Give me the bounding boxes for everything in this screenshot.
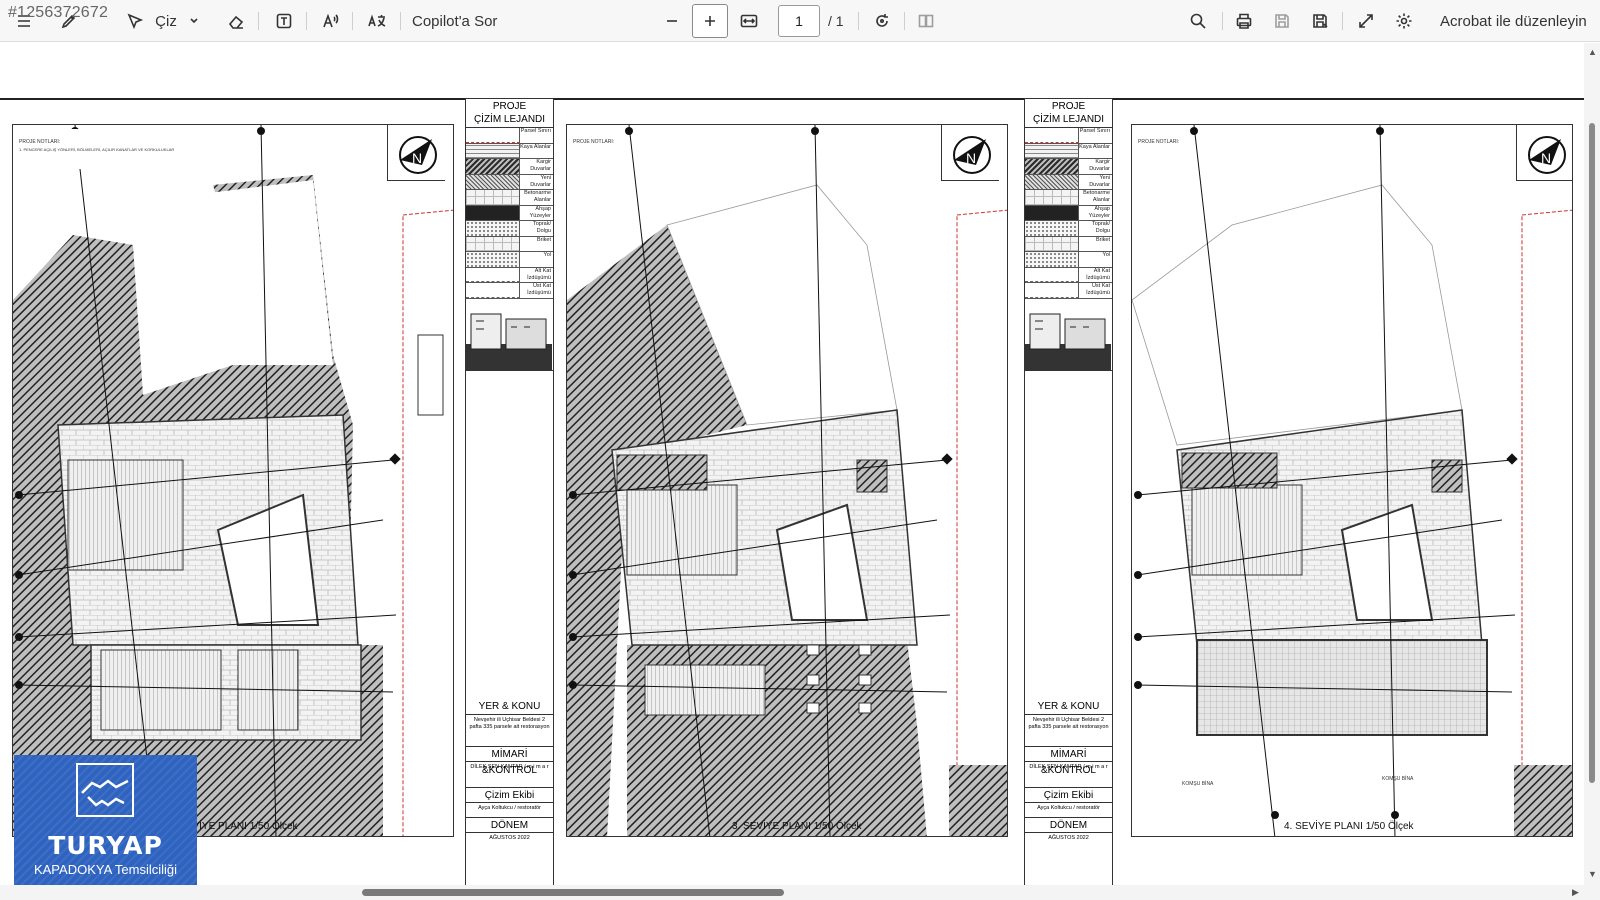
scroll-up-icon[interactable]: ▲ (1588, 47, 1597, 57)
listing-id-watermark: #1256372672 (8, 4, 109, 21)
svg-text:N: N (412, 150, 422, 166)
floor-plan-drawing: PROJE NOTLARI: 1. PENCERE AÇILIŞ YÖNLERİ… (13, 125, 453, 836)
toolbar-divider (400, 12, 401, 30)
edit-in-acrobat-button[interactable]: Acrobat ile düzenleyin (1440, 0, 1596, 42)
print-icon[interactable] (1230, 0, 1258, 42)
page-number-input[interactable]: 1 (778, 5, 820, 37)
page-count: / 1 (828, 13, 844, 29)
toolbar-divider (352, 12, 353, 30)
svg-text:KOMŞU BİNA: KOMŞU BİNA (1182, 780, 1214, 787)
vertical-scrollbar[interactable]: ▲ ▼ (1584, 43, 1600, 885)
plan-caption: 4. SEVİYE PLANI 1/50 Ölçek (1284, 821, 1414, 832)
legend-project-info: YER & KONU Nevşehir ili Uçhisar Beldesi … (466, 699, 553, 733)
drawing-legend: PROJE ÇİZİM LEJANDI Parsel Sınırı Kaya A… (465, 98, 554, 885)
text-box-icon[interactable] (270, 0, 298, 42)
pdf-viewer-window: #1256372672 Çiz Copilot'a Sor 1 / 1 Acro… (0, 0, 1600, 900)
toolbar-divider (306, 12, 307, 30)
toolbar-divider (858, 12, 859, 30)
svg-text:N: N (1541, 150, 1551, 166)
svg-text:PROJE NOTLARI:: PROJE NOTLARI: (573, 139, 614, 145)
plan-caption: 3. SEVİYE PLANI 1/50 Ölçek (732, 821, 862, 832)
scroll-right-icon[interactable]: ▶ (1572, 887, 1579, 898)
floor-plan-drawing: PROJE NOTLARI: KOMŞU BİNA KOMŞU BİNA (1132, 125, 1572, 836)
zoom-out-icon[interactable] (660, 0, 684, 42)
drawing-legend: PROJE ÇİZİM LEJANDI Parsel Sınırı Kaya A… (1024, 98, 1113, 885)
translate-icon[interactable] (362, 0, 392, 42)
page-view-icon[interactable] (912, 0, 940, 42)
copilot-button[interactable]: Copilot'a Sor (412, 0, 508, 42)
svg-text:PROJE NOTLARI:: PROJE NOTLARI: (19, 139, 60, 145)
pdf-page: PROJE NOTLARI: 1. PENCERE AÇILIŞ YÖNLERİ… (0, 43, 1584, 885)
svg-text:KOMŞU BİNA: KOMŞU BİNA (1382, 775, 1414, 782)
rotate-icon[interactable] (868, 0, 896, 42)
building-elevation-thumbnail (466, 298, 553, 371)
floor-plan-drawing: PROJE NOTLARI: (567, 125, 1007, 836)
legend-title: PROJE ÇİZİM LEJANDI (1025, 99, 1112, 128)
scroll-down-icon[interactable]: ▼ (1588, 869, 1597, 879)
settings-icon[interactable] (1390, 0, 1418, 42)
svg-text:PROJE NOTLARI:: PROJE NOTLARI: (1138, 139, 1179, 145)
floor-plan-level-3: PROJE NOTLARI: N (566, 124, 1008, 837)
floor-plan-level-2: PROJE NOTLARI: 1. PENCERE AÇILIŞ YÖNLERİ… (12, 124, 454, 837)
chevron-down-icon[interactable] (186, 0, 202, 42)
building-elevation-thumbnail (1025, 298, 1112, 371)
svg-text:N: N (966, 150, 976, 166)
toolbar-divider (904, 12, 905, 30)
fit-width-icon[interactable] (736, 0, 762, 42)
turyap-logo: TURYAP KAPADOKYA Temsilciliği (14, 755, 197, 885)
pdf-toolbar: #1256372672 Çiz Copilot'a Sor 1 / 1 Acro… (0, 0, 1600, 42)
north-arrow-icon: N (387, 125, 445, 181)
save-as-icon[interactable] (1306, 0, 1334, 42)
svg-text:1. PENCERE AÇILIŞ YÖNLERİ, BÖL: 1. PENCERE AÇILIŞ YÖNLERİ, BÖLMELERİ, AÇ… (19, 147, 174, 152)
north-arrow-icon: N (1516, 125, 1572, 181)
legend-project-info: YER & KONU Nevşehir ili Uçhisar Beldesi … (1025, 699, 1112, 733)
toolbar-divider (1342, 12, 1343, 30)
sheet-border (0, 98, 1584, 100)
horizontal-scrollbar[interactable]: ▶ (0, 885, 1600, 900)
floor-plan-level-4: PROJE NOTLARI: KOMŞU BİNA KOMŞU BİNA N (1131, 124, 1573, 837)
vertical-scroll-thumb[interactable] (1589, 123, 1595, 783)
save-icon[interactable] (1268, 0, 1296, 42)
zoom-in-icon[interactable] (692, 4, 728, 38)
legend-title: PROJE ÇİZİM LEJANDI (466, 99, 553, 128)
horizontal-scroll-thumb[interactable] (362, 889, 784, 896)
logo-subtitle: KAPADOKYA Temsilciliği (33, 862, 178, 877)
search-icon[interactable] (1184, 0, 1212, 42)
fullscreen-icon[interactable] (1352, 0, 1380, 42)
read-aloud-icon[interactable] (316, 0, 344, 42)
handshake-icon (76, 763, 134, 817)
logo-name: TURYAP (48, 831, 163, 860)
eraser-icon[interactable] (222, 0, 250, 42)
north-arrow-icon: N (941, 125, 999, 181)
draw-icon[interactable] (122, 0, 148, 42)
toolbar-divider (258, 12, 259, 30)
draw-button-label[interactable]: Çiz (152, 0, 180, 42)
toolbar-divider (1222, 12, 1223, 30)
